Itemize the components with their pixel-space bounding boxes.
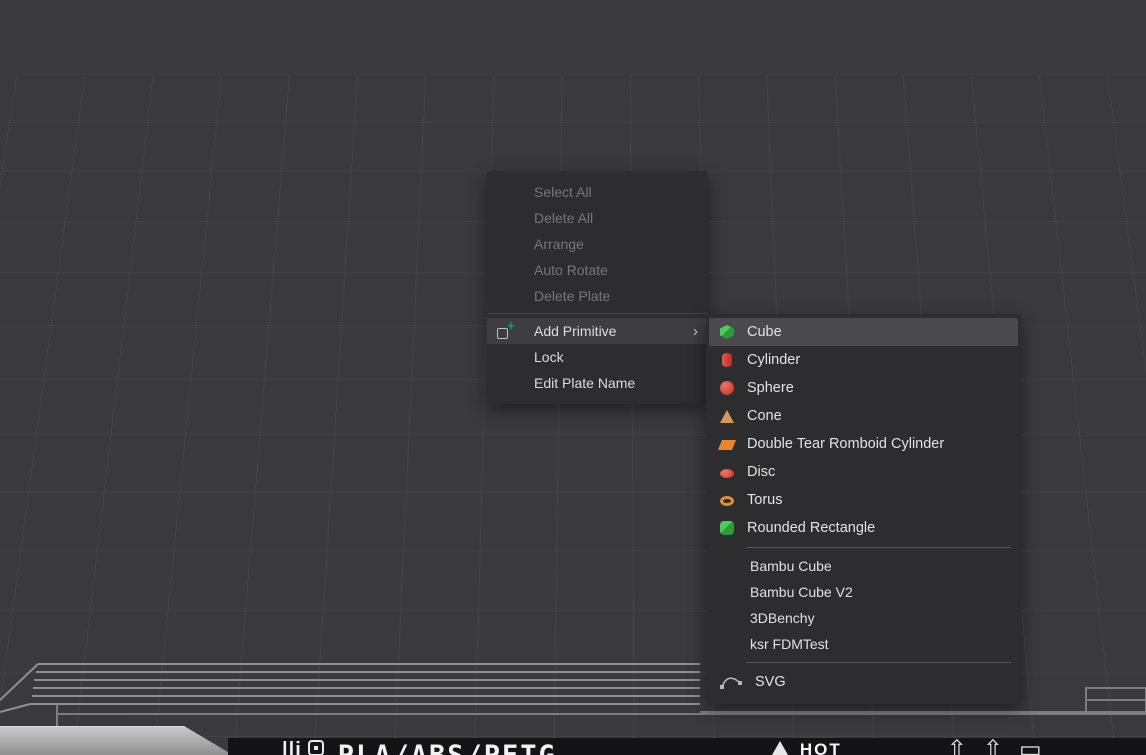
hot-label: HOT <box>800 740 842 755</box>
submenu-item-label: Sphere <box>747 380 1007 396</box>
menu-item-lock[interactable]: Lock <box>487 344 708 370</box>
plate-material-label: PLA/ABS/PETG <box>338 740 557 755</box>
sphere-icon <box>720 381 734 395</box>
submenu-item-label: Double Tear Romboid Cylinder <box>747 436 1007 452</box>
submenu-item-label: Cube <box>747 324 1007 340</box>
submenu-item-svg[interactable]: SVG <box>706 668 1021 696</box>
menu-item-add-primitive[interactable]: + Add Primitive › <box>487 318 708 344</box>
add-primitive-icon: + <box>497 323 514 340</box>
submenu-item-3dbenchy[interactable]: 3DBenchy <box>706 605 1021 631</box>
chevron-right-icon: › <box>693 324 698 339</box>
torus-icon <box>720 496 734 506</box>
submenu-separator <box>746 662 1011 663</box>
disc-icon <box>720 469 734 478</box>
bambu-logo-icon: ||i <box>282 739 302 755</box>
plate-glyphs: ⇧ ⇧ ▭ <box>947 738 1042 755</box>
menu-item-auto-rotate[interactable]: Auto Rotate <box>487 257 708 283</box>
cube-icon <box>720 325 734 339</box>
submenu-item-ksr-fdmtest[interactable]: ksr FDMTest <box>706 631 1021 657</box>
cylinder-icon <box>722 353 732 367</box>
bezier-curve-icon <box>720 674 742 690</box>
submenu-item-sphere[interactable]: Sphere <box>706 374 1021 402</box>
submenu-item-double-tear-romboid-cylinder[interactable]: Double Tear Romboid Cylinder <box>706 430 1021 458</box>
warning-icon <box>772 741 788 755</box>
submenu-item-cone[interactable]: Cone <box>706 402 1021 430</box>
3d-viewport[interactable]: ||i PLA/ABS/PETG HOT ⇧ ⇧ ▭ Select All De… <box>0 0 1146 755</box>
submenu-item-bambu-cube-v2[interactable]: Bambu Cube V2 <box>706 579 1021 605</box>
menu-item-delete-all[interactable]: Delete All <box>487 205 708 231</box>
submenu-item-label: Cylinder <box>747 352 1007 368</box>
submenu-item-cube[interactable]: Cube <box>709 318 1018 346</box>
add-primitive-submenu: Cube Cylinder Sphere Cone Double Tear Ro… <box>706 314 1021 704</box>
submenu-item-rounded-rectangle[interactable]: Rounded Rectangle <box>706 514 1021 542</box>
menu-separator <box>487 313 708 314</box>
submenu-item-label: Rounded Rectangle <box>747 520 1007 536</box>
context-menu: Select All Delete All Arrange Auto Rotat… <box>487 171 708 404</box>
menu-item-arrange[interactable]: Arrange <box>487 231 708 257</box>
menu-item-edit-plate-name[interactable]: Edit Plate Name <box>487 370 708 396</box>
submenu-item-torus[interactable]: Torus <box>706 486 1021 514</box>
plate-front-bar: ||i PLA/ABS/PETG HOT ⇧ ⇧ ▭ <box>228 738 1146 755</box>
handle-icon: ▭ <box>1019 738 1042 755</box>
submenu-item-label: Disc <box>747 464 1007 480</box>
rounded-rectangle-icon <box>720 521 734 535</box>
arrow-up-icon: ⇧ <box>983 738 1003 755</box>
submenu-separator <box>746 547 1011 548</box>
submenu-item-disc[interactable]: Disc <box>706 458 1021 486</box>
submenu-item-label: SVG <box>755 674 1007 690</box>
menu-item-select-all[interactable]: Select All <box>487 179 708 205</box>
plate-marker-icon <box>308 740 324 755</box>
submenu-item-cylinder[interactable]: Cylinder <box>706 346 1021 374</box>
submenu-item-label: Cone <box>747 408 1007 424</box>
arrow-up-icon: ⇧ <box>947 738 967 755</box>
menu-item-delete-plate[interactable]: Delete Plate <box>487 283 708 309</box>
menu-item-label: Add Primitive <box>534 323 616 339</box>
submenu-item-bambu-cube[interactable]: Bambu Cube <box>706 553 1021 579</box>
cone-icon <box>720 410 734 423</box>
romboid-cylinder-icon <box>718 440 736 450</box>
submenu-item-label: Torus <box>747 492 1007 508</box>
